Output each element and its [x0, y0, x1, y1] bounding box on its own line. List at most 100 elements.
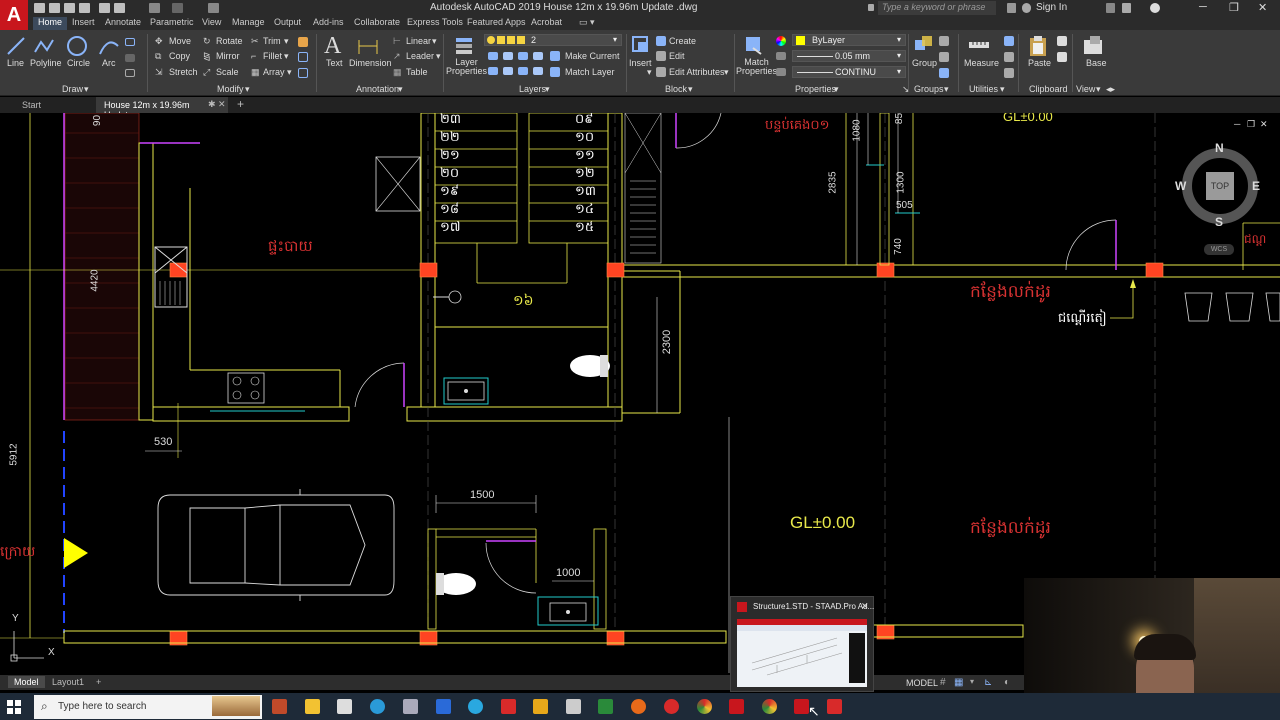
share-icon[interactable] — [208, 3, 219, 13]
sign-in-button[interactable]: Sign In — [1036, 2, 1067, 13]
scale-button[interactable]: Scale — [216, 67, 239, 77]
help-icon[interactable] — [1150, 3, 1160, 13]
tab-collaborate[interactable]: Collaborate — [354, 17, 400, 27]
base-view-icon[interactable] — [1082, 34, 1106, 56]
group-edit-icon[interactable] — [939, 52, 949, 62]
redo-icon[interactable] — [172, 3, 183, 13]
new-layout-icon[interactable]: + — [90, 676, 107, 688]
tab-view[interactable]: View — [202, 17, 221, 27]
trim-button[interactable]: Trim — [263, 36, 281, 46]
model-tab[interactable]: Model — [8, 676, 45, 688]
layer-tool-icon[interactable] — [518, 67, 528, 75]
layer-tool-icon[interactable] — [488, 67, 498, 75]
save-icon[interactable] — [64, 3, 75, 13]
view-expand-icon[interactable]: ▾ — [1096, 84, 1101, 95]
layers-panel-title[interactable]: Layers — [519, 84, 546, 94]
array-button[interactable]: Array — [263, 67, 285, 77]
viewport-close-icon[interactable]: ✕ — [1260, 119, 1268, 130]
insert-block-icon[interactable] — [630, 34, 652, 56]
opera-icon[interactable] — [664, 699, 679, 714]
a360-icon[interactable] — [1122, 3, 1131, 13]
layer-tool-icon[interactable] — [503, 67, 513, 75]
base-view-button[interactable]: Base — [1086, 58, 1107, 68]
telegram-icon[interactable] — [468, 699, 483, 714]
tab-insert[interactable]: Insert — [72, 17, 95, 27]
tab-home[interactable]: Home — [33, 17, 68, 30]
acrobat-icon[interactable] — [501, 699, 516, 714]
group-icon[interactable] — [913, 34, 935, 56]
layer-tool-icon[interactable] — [503, 52, 513, 60]
layer-tool-icon[interactable] — [533, 67, 543, 75]
annotation-expand-icon[interactable]: ▾ — [398, 84, 403, 95]
tab-parametric[interactable]: Parametric — [150, 17, 194, 27]
viewport-minimize-icon[interactable]: ─ — [1234, 119, 1240, 129]
arc-button[interactable]: Arc — [102, 58, 116, 68]
draw-expand-icon[interactable]: ▾ — [84, 84, 89, 95]
model-space-toggle[interactable]: MODEL — [906, 678, 938, 688]
table-button[interactable]: Table — [406, 67, 428, 77]
id-point-icon[interactable] — [1004, 68, 1014, 78]
application-menu-button[interactable]: A — [0, 0, 28, 30]
tab-close-icon[interactable]: ✕ — [218, 99, 226, 110]
layout1-tab[interactable]: Layout1 — [46, 676, 90, 688]
chrome-icon[interactable] — [697, 699, 712, 714]
polyline-button[interactable]: Polyline — [30, 58, 62, 68]
line-icon[interactable] — [6, 36, 26, 56]
tab-express-tools[interactable]: Express Tools — [407, 17, 463, 27]
line-button[interactable]: Line — [7, 58, 24, 68]
explode-icon[interactable] — [298, 52, 308, 62]
taskbar-app-icon[interactable] — [533, 699, 548, 714]
edit-attributes-button[interactable]: Edit Attributes — [669, 67, 725, 77]
circle-icon[interactable] — [66, 35, 88, 57]
copy-button[interactable]: Copy — [169, 51, 190, 61]
fillet-dropdown-icon[interactable]: ▾ — [284, 51, 289, 62]
annotation-panel-title[interactable]: Annotation — [356, 84, 399, 94]
offset-icon[interactable] — [298, 68, 308, 78]
color-dropdown[interactable]: ByLayer ▾ — [792, 34, 906, 46]
text-icon[interactable]: A — [324, 33, 341, 60]
viewport-restore-icon[interactable]: ❐ — [1247, 119, 1255, 130]
erase-icon[interactable] — [298, 37, 308, 47]
ungroup-icon[interactable] — [939, 36, 949, 46]
text-button[interactable]: Text — [326, 58, 343, 68]
staad-taskbar-icon[interactable] — [794, 699, 809, 714]
insert-dropdown-icon[interactable]: ▾ — [647, 67, 652, 78]
dimension-icon[interactable] — [356, 36, 380, 56]
utilities-panel-title[interactable]: Utilities — [969, 84, 998, 94]
measure-icon[interactable] — [968, 36, 990, 54]
user-icon[interactable] — [1022, 3, 1031, 13]
layer-properties-button[interactable]: Layer Properties — [446, 58, 487, 76]
boundary-icon[interactable] — [125, 69, 135, 77]
chrome-icon[interactable] — [762, 699, 777, 714]
compass-west[interactable]: W — [1175, 179, 1186, 193]
trim-dropdown-icon[interactable]: ▾ — [284, 36, 289, 47]
open-web-icon[interactable] — [114, 3, 125, 13]
properties-expand-icon[interactable]: ▾ — [834, 84, 839, 95]
layer-tool-icon[interactable] — [518, 52, 528, 60]
compass-south[interactable]: S — [1215, 215, 1223, 229]
utilities-expand-icon[interactable]: ▾ — [1000, 84, 1005, 95]
linear-dropdown-icon[interactable]: ▾ — [432, 36, 437, 47]
exchange-icon[interactable] — [1106, 3, 1115, 13]
snap-dropdown-icon[interactable]: ▾ — [970, 677, 974, 686]
match-properties-button[interactable]: Match Properties — [736, 58, 777, 76]
open-icon[interactable] — [49, 3, 60, 13]
mirror-button[interactable]: Mirror — [216, 51, 240, 61]
grid-icon[interactable]: # — [940, 677, 946, 688]
compass-north[interactable]: N — [1215, 141, 1224, 155]
tab-acrobat[interactable]: Acrobat — [531, 17, 562, 27]
linear-button[interactable]: Linear — [406, 36, 431, 46]
layers-expand-icon[interactable]: ▾ — [545, 84, 550, 95]
save-as-icon[interactable] — [79, 3, 90, 13]
search-highlight-image[interactable] — [212, 696, 260, 716]
stretch-button[interactable]: Stretch — [169, 67, 198, 77]
tab-addins[interactable]: Add-ins — [313, 17, 344, 27]
groups-panel-title[interactable]: Groups — [914, 84, 944, 94]
modify-panel-title[interactable]: Modify — [217, 84, 244, 94]
make-current-button[interactable]: Make Current — [565, 51, 620, 61]
lineweight-dropdown[interactable]: 0.05 mm ▾ — [792, 50, 906, 62]
autocad-taskbar-icon[interactable] — [729, 699, 744, 714]
paste-icon[interactable] — [1028, 34, 1048, 58]
measure-button[interactable]: Measure — [964, 58, 999, 68]
taskbar-app-icon[interactable] — [827, 699, 842, 714]
